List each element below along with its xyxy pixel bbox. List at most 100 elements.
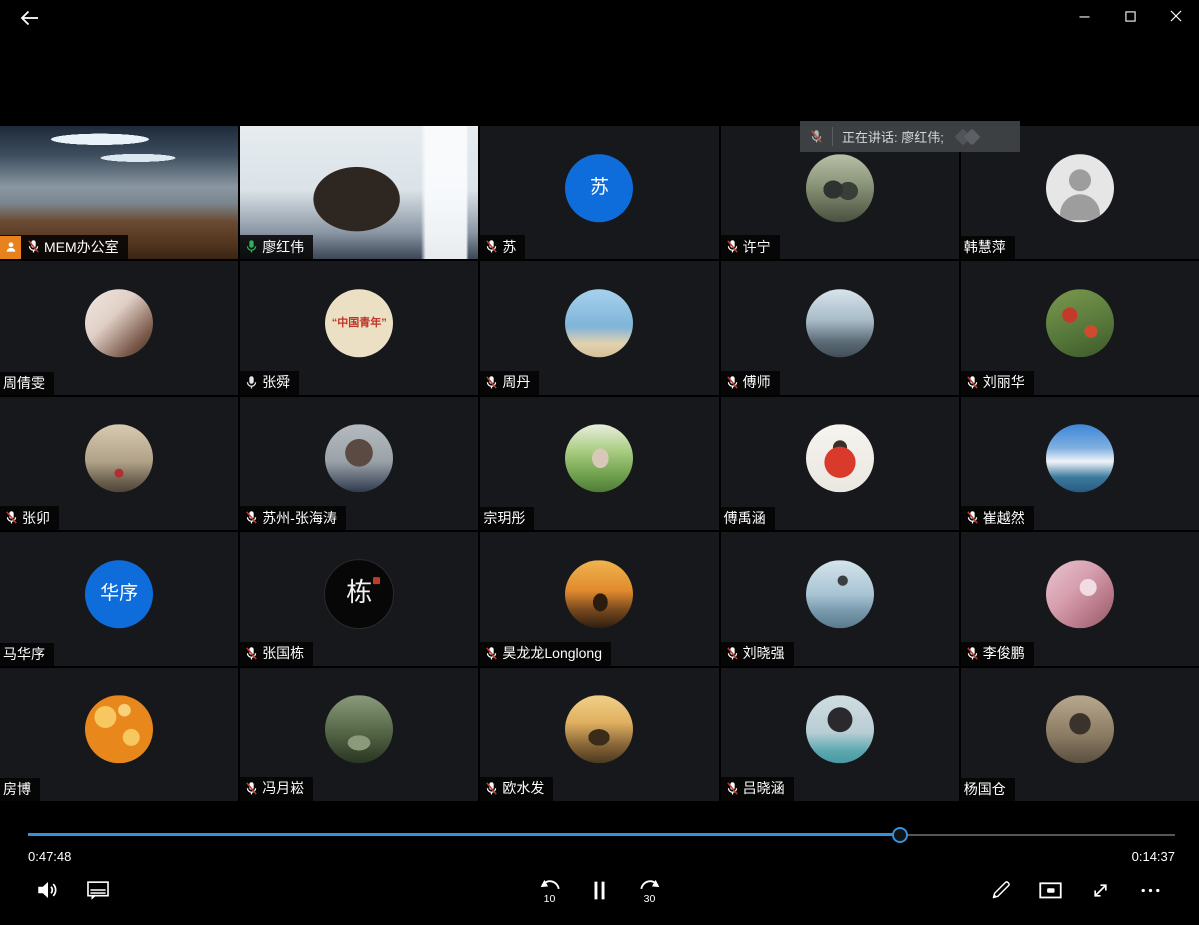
participant-label: 昊龙龙Longlong — [480, 641, 612, 666]
participant-tile[interactable]: MEM办公室 — [0, 126, 239, 260]
mic-icon — [725, 375, 740, 390]
participant-tile[interactable]: 昊龙龙Longlong — [480, 532, 719, 666]
participant-tile[interactable]: 栋 张国栋 — [240, 532, 479, 666]
fullscreen-button[interactable] — [1078, 868, 1122, 912]
participant-tile[interactable]: 杨国仓 — [960, 667, 1199, 801]
participant-avatar — [805, 695, 874, 764]
participant-tile[interactable]: 欧水发 — [480, 667, 719, 801]
skip-back-label: 10 — [543, 893, 556, 905]
participant-name: 张国栋 — [262, 645, 305, 662]
participant-tile[interactable]: “中国青年” 张舜 — [240, 261, 479, 395]
seek-slider[interactable] — [28, 827, 1175, 843]
speaking-toast: 正在讲话: 廖红伟; — [800, 121, 1020, 152]
participant-name: 傅禹涵 — [723, 510, 766, 527]
participant-tile[interactable]: 华序 马华序 — [0, 532, 239, 666]
participant-avatar — [85, 695, 154, 764]
edit-pen-button[interactable] — [978, 868, 1022, 912]
pause-button[interactable] — [578, 868, 622, 912]
participant-label: 廖红伟 — [240, 235, 314, 260]
back-button[interactable] — [10, 3, 50, 33]
more-options-button[interactable] — [1128, 868, 1172, 912]
participant-label: 刘晓强 — [720, 641, 794, 666]
window-controls — [1061, 0, 1199, 32]
avatar-text: 华序 — [100, 583, 139, 605]
participant-label: 苏 — [480, 235, 526, 260]
participant-tile[interactable]: 苏 苏 — [480, 126, 719, 260]
seek-progress — [28, 833, 900, 836]
toast-text: 正在讲话: 廖红伟; — [842, 130, 944, 145]
participant-tile[interactable]: 周倩雯 — [0, 261, 239, 395]
mic-icon — [26, 239, 41, 254]
skip-back-button[interactable]: 10 — [528, 868, 572, 912]
seek-thumb[interactable] — [891, 827, 908, 843]
participant-tile[interactable]: 吕晓涵 — [720, 667, 959, 801]
participant-tile[interactable]: 苏州-张海涛 — [240, 396, 479, 531]
video-content[interactable]: MEM办公室 廖红伟 苏 苏 许宁 韩慧萍 周倩雯 “中国青年” 张舜 周丹 傅… — [0, 126, 1199, 801]
participant-tile[interactable]: 房博 — [0, 667, 239, 801]
participant-name: 昊龙龙Longlong — [502, 645, 603, 662]
participant-tile[interactable]: 张卯 — [0, 396, 239, 531]
participant-label: 吕晓涵 — [720, 776, 794, 801]
participant-avatar — [85, 424, 154, 493]
avatar-text: 苏 — [589, 177, 609, 199]
participant-name: 欧水发 — [502, 780, 545, 797]
participant-tile[interactable]: 廖红伟 — [240, 126, 479, 260]
participant-label: 傅禹涵 — [720, 507, 775, 531]
participant-tile[interactable]: 傅禹涵 — [720, 396, 959, 531]
mic-icon — [725, 239, 740, 254]
participant-name: 苏 — [502, 238, 517, 255]
participant-grid: MEM办公室 廖红伟 苏 苏 许宁 韩慧萍 周倩雯 “中国青年” 张舜 周丹 傅… — [0, 126, 1199, 801]
participant-label: 崔越然 — [960, 506, 1034, 531]
participant-avatar: 苏 — [565, 153, 634, 222]
participant-label: 张国栋 — [240, 641, 314, 666]
mic-icon — [484, 239, 499, 254]
maximize-button[interactable] — [1107, 0, 1153, 32]
mic-icon — [4, 510, 19, 525]
participant-avatar — [1045, 695, 1114, 764]
titlebar — [0, 0, 1199, 40]
participant-avatar — [565, 560, 634, 629]
mic-icon — [725, 781, 740, 796]
participant-tile[interactable]: 刘晓强 — [720, 532, 959, 666]
minimize-button[interactable] — [1061, 0, 1107, 32]
right-controls — [978, 868, 1172, 912]
participant-tile[interactable]: 冯月崧 — [240, 667, 479, 801]
volume-button[interactable] — [26, 868, 70, 912]
participant-label: 冯月崧 — [240, 776, 314, 801]
video-player-window: MEM办公室 廖红伟 苏 苏 许宁 韩慧萍 周倩雯 “中国青年” 张舜 周丹 傅… — [0, 0, 1199, 925]
participant-label: 宗玥彤 — [480, 507, 535, 531]
participant-tile[interactable]: 傅师 — [720, 261, 959, 395]
pause-icon — [594, 881, 605, 899]
mic-icon — [725, 646, 740, 661]
participant-tile[interactable]: 李俊鹏 — [960, 532, 1199, 666]
mini-view-button[interactable] — [1028, 868, 1072, 912]
mic-icon — [965, 375, 980, 390]
skip-forward-button[interactable]: 30 — [628, 868, 672, 912]
participant-avatar — [565, 424, 634, 493]
participant-tile[interactable]: 刘丽华 — [960, 261, 1199, 395]
participant-name: 周丹 — [502, 374, 531, 391]
participant-avatar — [1045, 289, 1114, 358]
remaining-time: 0:14:37 — [1131, 849, 1175, 864]
mic-icon — [965, 646, 980, 661]
participant-name: 房博 — [3, 780, 31, 797]
mic-icon — [244, 510, 259, 525]
participant-name: 李俊鹏 — [982, 645, 1025, 662]
participant-name: 廖红伟 — [262, 238, 305, 255]
participant-label: 房博 — [0, 777, 40, 801]
mic-icon — [244, 239, 259, 254]
participant-avatar: 栋 — [324, 558, 395, 629]
participant-avatar — [565, 695, 634, 764]
maximize-icon — [1124, 10, 1136, 22]
participant-avatar — [325, 424, 394, 493]
subtitles-button[interactable] — [76, 868, 120, 912]
participant-name: 刘丽华 — [982, 374, 1025, 391]
participant-tile[interactable]: 周丹 — [480, 261, 719, 395]
participant-avatar: “中国青年” — [325, 289, 394, 358]
toast-muted-mic-icon — [800, 129, 832, 144]
participant-tile[interactable]: 崔越然 — [960, 396, 1199, 531]
participant-tile[interactable]: 宗玥彤 — [480, 396, 719, 531]
participant-name: 刘晓强 — [742, 645, 785, 662]
participant-name: 傅师 — [742, 374, 771, 391]
close-button[interactable] — [1153, 0, 1199, 32]
